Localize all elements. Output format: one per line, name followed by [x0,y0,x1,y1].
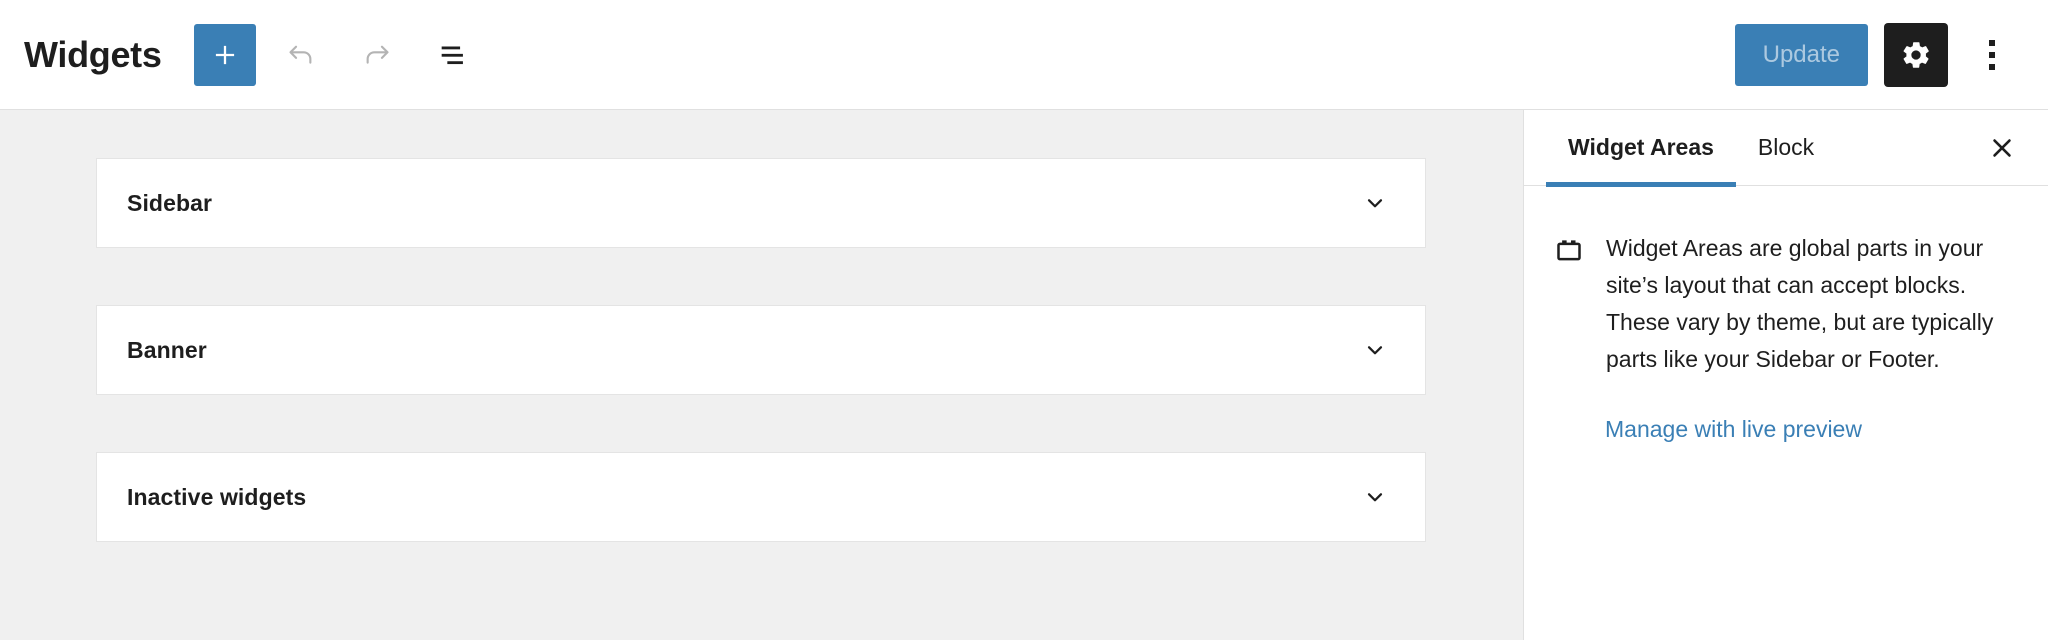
chevron-down-icon [1367,346,1383,355]
expand-toggle[interactable] [1355,330,1395,370]
chevron-down-icon [1367,199,1383,208]
sidebar-tablist: Widget Areas Block [1524,110,2048,187]
widget-area-icon [1554,236,1584,271]
widget-area-panel-sidebar[interactable]: Sidebar [96,158,1426,248]
sidebar-content: Widget Areas are global parts in your si… [1524,186,2048,443]
widget-brick-icon [1557,240,1581,261]
gear-icon [1903,41,1929,68]
close-sidebar-button[interactable] [1976,122,2028,174]
editor-header: Widgets Update [0,0,2048,110]
chevron-down-icon [1367,493,1383,502]
tab-widget-areas[interactable]: Widget Areas [1546,110,1736,187]
tab-block[interactable]: Block [1736,110,1836,186]
manage-with-live-preview-link[interactable]: Manage with live preview [1605,416,2018,443]
settings-button[interactable] [1884,22,1948,87]
redo-icon [366,45,389,64]
redo-button[interactable] [346,24,408,86]
settings-sidebar: Widget Areas Block Widget Areas are glob… [1523,110,2048,640]
close-icon [1993,138,2011,157]
editor-body: Sidebar Banner Inactive widgets Widget A… [0,110,2048,640]
widget-area-title: Banner [127,336,207,363]
widget-areas-description: Widget Areas are global parts in your si… [1606,235,1994,372]
widget-area-panel-banner[interactable]: Banner [96,305,1426,395]
widget-areas-list: Sidebar Banner Inactive widgets [96,158,1426,542]
widgets-canvas: Sidebar Banner Inactive widgets [0,110,1523,640]
update-button[interactable]: Update [1734,23,1868,86]
expand-toggle[interactable] [1355,477,1395,517]
add-block-button[interactable] [193,23,256,86]
page-title: Widgets [24,33,162,75]
header-right-group: Update [1734,22,2020,87]
undo-icon [289,45,311,64]
widget-area-panel-inactive-widgets[interactable]: Inactive widgets [96,452,1426,542]
expand-toggle[interactable] [1355,183,1395,223]
widget-area-title: Inactive widgets [127,483,307,510]
header-left-group: Widgets [24,23,484,86]
editor-toolbar [193,23,484,86]
widget-area-title: Sidebar [127,189,213,216]
plus-icon [215,45,234,64]
list-view-icon [441,46,463,64]
widgets-editor-app: Widgets Update Sidebar Banner Inactive w… [0,0,2048,640]
options-menu-button[interactable] [1964,23,2020,87]
kebab-menu-icon [1989,39,1995,70]
widget-areas-info: Widget Areas are global parts in your si… [1554,230,2018,378]
list-view-button[interactable] [422,24,484,86]
undo-button[interactable] [270,24,332,86]
